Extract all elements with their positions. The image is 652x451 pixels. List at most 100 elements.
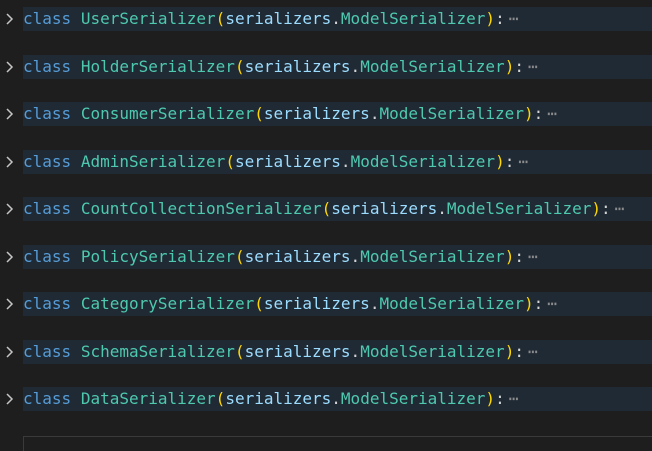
chevron-right-icon[interactable] <box>3 60 17 74</box>
code-text[interactable]: class UserSerializer(serializers.ModelSe… <box>23 7 518 31</box>
chevron-right-icon[interactable] <box>3 250 17 264</box>
code-text[interactable]: class AdminSerializer(serializers.ModelS… <box>23 150 528 174</box>
folded-code-line[interactable]: class PolicySerializer(serializers.Model… <box>0 245 652 269</box>
class-name: ConsumerSerializer <box>80 104 255 123</box>
colon: : <box>504 152 515 171</box>
keyword: class <box>23 104 72 123</box>
folded-code-line[interactable]: class HolderSerializer(serializers.Model… <box>0 55 652 79</box>
keyword: class <box>23 152 72 171</box>
base-module: serializers <box>331 199 438 218</box>
base-module: serializers <box>225 9 332 28</box>
base-module: serializers <box>244 57 351 76</box>
open-paren: ( <box>254 294 264 313</box>
class-name: UserSerializer <box>80 9 216 28</box>
base-module: serializers <box>225 389 332 408</box>
dot: . <box>331 9 341 28</box>
code-text[interactable]: class ConsumerSerializer(serializers.Mod… <box>23 102 557 126</box>
class-name: CountCollectionSerializer <box>80 199 322 218</box>
ellipsis-icon[interactable]: ⋯ <box>509 389 519 408</box>
chevron-right-icon[interactable] <box>3 202 17 216</box>
folded-code-line[interactable]: class AdminSerializer(serializers.ModelS… <box>0 150 652 174</box>
close-paren: ) <box>523 294 534 313</box>
folded-code-line[interactable]: class DataSerializer(serializers.ModelSe… <box>0 387 652 411</box>
class-name: CategorySerializer <box>80 294 255 313</box>
dot: . <box>369 294 380 313</box>
close-paren: ) <box>591 199 602 218</box>
folded-code-line[interactable]: class CategorySerializer(serializers.Mod… <box>0 292 652 316</box>
chevron-right-icon[interactable] <box>3 107 17 121</box>
keyword: class <box>23 9 72 28</box>
open-paren: ( <box>321 199 332 218</box>
class-name: PolicySerializer <box>80 247 235 266</box>
close-paren: ) <box>504 247 515 266</box>
base-module: serializers <box>263 294 370 313</box>
open-paren: ( <box>254 104 264 123</box>
base-module: serializers <box>244 247 351 266</box>
dot: . <box>350 247 361 266</box>
keyword: class <box>23 199 72 218</box>
ellipsis-icon[interactable]: ⋯ <box>528 342 538 361</box>
chevron-right-icon[interactable] <box>3 155 17 169</box>
keyword: class <box>23 389 72 408</box>
open-paren: ( <box>225 152 235 171</box>
keyword: class <box>23 294 72 313</box>
ellipsis-icon[interactable]: ⋯ <box>509 9 519 28</box>
base-class: ModelSerializer <box>379 294 524 313</box>
keyword: class <box>23 247 72 266</box>
base-class: ModelSerializer <box>379 104 524 123</box>
ellipsis-icon[interactable]: ⋯ <box>547 104 557 123</box>
code-text[interactable]: class HolderSerializer(serializers.Model… <box>23 55 538 79</box>
open-paren: ( <box>215 9 226 28</box>
colon: : <box>495 9 505 28</box>
folded-code-line[interactable]: class CountCollectionSerializer(serializ… <box>0 197 652 221</box>
close-paren: ) <box>504 342 515 361</box>
open-paren: ( <box>234 342 245 361</box>
base-module: serializers <box>263 104 370 123</box>
dot: . <box>437 199 447 218</box>
code-text[interactable]: class DataSerializer(serializers.ModelSe… <box>23 387 518 411</box>
chevron-right-icon[interactable] <box>3 297 17 311</box>
code-text[interactable]: class PolicySerializer(serializers.Model… <box>23 245 538 269</box>
colon: : <box>514 247 524 266</box>
class-name: HolderSerializer <box>80 57 235 76</box>
close-paren: ) <box>495 152 505 171</box>
base-class: ModelSerializer <box>360 247 505 266</box>
close-paren: ) <box>504 57 515 76</box>
base-class: ModelSerializer <box>360 342 505 361</box>
chevron-right-icon[interactable] <box>3 345 17 359</box>
dot: . <box>331 389 341 408</box>
chevron-right-icon[interactable] <box>3 12 17 26</box>
class-name: AdminSerializer <box>80 152 226 171</box>
chevron-right-icon[interactable] <box>3 392 17 406</box>
keyword: class <box>23 342 72 361</box>
ellipsis-icon[interactable]: ⋯ <box>528 247 538 266</box>
folded-code-line[interactable]: class UserSerializer(serializers.ModelSe… <box>0 7 652 31</box>
code-text[interactable]: class CategorySerializer(serializers.Mod… <box>23 292 557 316</box>
class-name: SchemaSerializer <box>80 342 235 361</box>
code-editor[interactable]: class UserSerializer(serializers.ModelSe… <box>0 0 652 451</box>
dot: . <box>369 104 380 123</box>
ellipsis-icon[interactable]: ⋯ <box>615 199 625 218</box>
close-paren: ) <box>523 104 534 123</box>
close-paren: ) <box>485 9 496 28</box>
code-text[interactable]: class SchemaSerializer(serializers.Model… <box>23 340 538 364</box>
base-class: ModelSerializer <box>360 57 505 76</box>
colon: : <box>533 294 544 313</box>
code-text[interactable]: class CountCollectionSerializer(serializ… <box>23 197 624 221</box>
ellipsis-icon[interactable]: ⋯ <box>528 57 538 76</box>
colon: : <box>514 57 524 76</box>
ellipsis-icon[interactable]: ⋯ <box>518 152 528 171</box>
open-paren: ( <box>215 389 226 408</box>
base-class: ModelSerializer <box>340 9 486 28</box>
colon: : <box>601 199 611 218</box>
close-paren: ) <box>485 389 496 408</box>
open-paren: ( <box>234 57 245 76</box>
code-block-outline <box>23 436 652 451</box>
open-paren: ( <box>234 247 245 266</box>
colon: : <box>533 104 544 123</box>
base-class: ModelSerializer <box>446 199 592 218</box>
folded-code-line[interactable]: class ConsumerSerializer(serializers.Mod… <box>0 102 652 126</box>
ellipsis-icon[interactable]: ⋯ <box>547 294 557 313</box>
keyword: class <box>23 57 72 76</box>
folded-code-line[interactable]: class SchemaSerializer(serializers.Model… <box>0 340 652 364</box>
